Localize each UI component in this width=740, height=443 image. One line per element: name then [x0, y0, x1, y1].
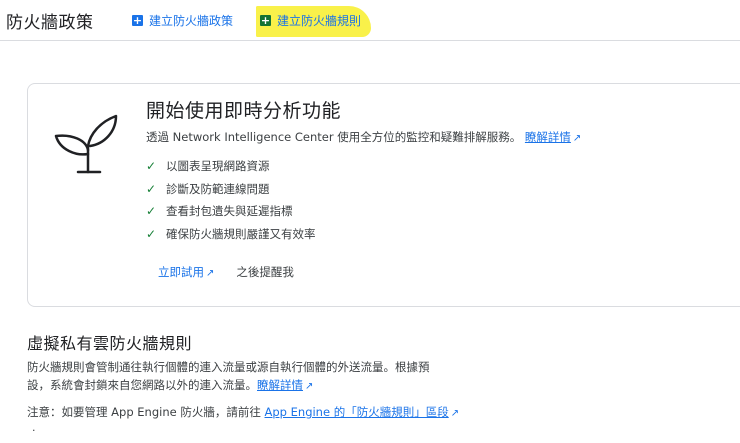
try-now-button[interactable]: 立即試用 ↗	[158, 264, 214, 280]
create-firewall-policy-label: 建立防火牆政策	[149, 14, 234, 28]
open-in-new-icon: ↗	[572, 133, 582, 144]
page-header: 防火牆政策 + 建立防火牆政策 + 建立防火牆規則	[0, 0, 740, 41]
feature-label: 查看封包遺失與延遲指標	[166, 204, 293, 219]
card-description-text: 透過 Network Intelligence Center 使用全方位的監控和…	[146, 130, 522, 144]
app-engine-note: 注意：如要管理 App Engine 防火牆，請前往 App Engine 的「…	[27, 404, 459, 420]
section-title: 虛擬私有雲防火牆規則	[27, 334, 193, 353]
remind-later-button[interactable]: 之後提醒我	[236, 264, 294, 280]
check-icon: ✓	[146, 204, 157, 219]
page-title: 防火牆政策	[6, 13, 94, 33]
section-learn-more-link[interactable]: 瞭解詳情	[257, 378, 303, 392]
feature-item: ✓ 診斷及防範連線問題	[146, 178, 316, 201]
check-icon: ✓	[146, 181, 157, 196]
app-engine-firewall-link[interactable]: App Engine 的「防火牆規則」區段	[265, 405, 449, 419]
section-description: 防火牆規則會管制通往執行個體的連入流量或源自執行個體的外送流量。根據預設，系統會…	[27, 358, 447, 396]
check-icon: ✓	[146, 159, 157, 174]
create-firewall-rule-label: 建立防火牆規則	[277, 14, 362, 28]
learn-more-link[interactable]: 瞭解詳情	[525, 130, 571, 144]
open-in-new-icon: ↗	[206, 268, 215, 279]
feature-item: ✓ 查看封包遺失與延遲指標	[146, 200, 316, 223]
card-title: 開始使用即時分析功能	[146, 100, 342, 122]
bullet-dot: ·	[32, 424, 36, 437]
try-now-label: 立即試用	[158, 265, 204, 279]
feature-item: ✓ 以圖表呈現網路資源	[146, 155, 316, 178]
insights-promo-card: 開始使用即時分析功能 透過 Network Intelligence Cente…	[27, 83, 740, 307]
feature-label: 以圖表呈現網路資源	[166, 159, 270, 174]
plant-icon	[54, 114, 118, 174]
feature-label: 診斷及防範連線問題	[166, 181, 270, 196]
section-body-text: 防火牆規則會管制通往執行個體的連入流量或源自執行個體的外送流量。根據預設，系統會…	[27, 360, 430, 392]
open-in-new-icon: ↗	[305, 381, 314, 392]
card-actions: 立即試用 ↗ 之後提醒我	[158, 264, 294, 280]
feature-list: ✓ 以圖表呈現網路資源 ✓ 診斷及防範連線問題 ✓ 查看封包遺失與延遲指標 ✓ 確保防火…	[146, 155, 316, 245]
add-icon: +	[260, 14, 271, 27]
create-firewall-policy-button[interactable]: + 建立防火牆政策	[132, 12, 233, 29]
open-in-new-icon: ↗	[450, 408, 460, 419]
note-text: 注意：如要管理 App Engine 防火牆，請前往	[27, 405, 261, 419]
add-icon: +	[132, 14, 143, 27]
card-description: 透過 Network Intelligence Center 使用全方位的監控和…	[146, 129, 581, 145]
check-icon: ✓	[146, 226, 157, 241]
feature-label: 確保防火牆規則嚴謹又有效率	[166, 226, 316, 241]
create-firewall-rule-button[interactable]: + 建立防火牆規則	[256, 6, 372, 37]
feature-item: ✓ 確保防火牆規則嚴謹又有效率	[146, 223, 316, 246]
